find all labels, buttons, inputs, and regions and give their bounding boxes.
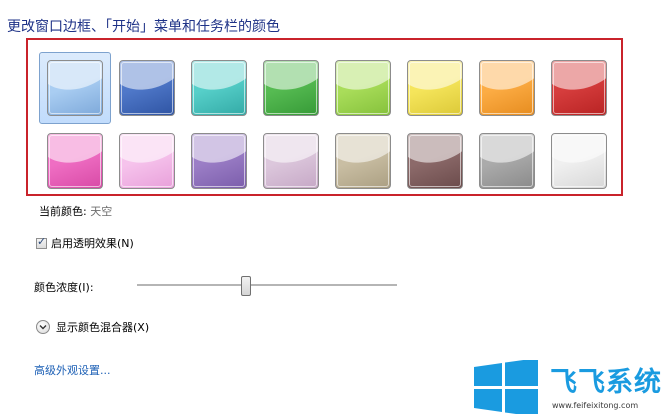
site-watermark: 飞飞系统 www.feifeixitong.com	[468, 356, 668, 416]
color-swatch[interactable]	[191, 133, 247, 189]
window-color-panel: 更改窗口边框、「开始」菜单和任务栏的颜色 当前颜色: 天空 ✓ 启用透明效果(N…	[0, 0, 669, 417]
color-swatch[interactable]	[407, 60, 463, 116]
color-swatch[interactable]	[335, 133, 391, 189]
page-title: 更改窗口边框、「开始」菜单和任务栏的颜色	[7, 19, 280, 35]
current-color-label: 当前颜色:	[39, 205, 87, 218]
swatch-edge	[553, 135, 605, 187]
transparency-checkbox[interactable]: ✓	[36, 234, 47, 249]
swatch-edge	[553, 62, 605, 114]
color-swatch[interactable]	[479, 133, 535, 189]
swatch-gloss	[192, 134, 246, 174]
color-swatch[interactable]	[47, 133, 103, 189]
advanced-appearance-link[interactable]: 高级外观设置...	[34, 362, 111, 378]
swatch-edge	[265, 135, 317, 187]
swatch-edge	[265, 62, 317, 114]
color-swatch[interactable]	[119, 133, 175, 189]
current-color-readout: 当前颜色: 天空	[39, 203, 112, 219]
swatch-gloss	[480, 134, 534, 174]
color-swatch[interactable]	[407, 133, 463, 189]
swatch-edge	[481, 62, 533, 114]
swatch-gloss	[192, 61, 246, 101]
show-color-mixer-label: 显示颜色混合器(X)	[56, 321, 150, 334]
check-icon: ✓	[37, 234, 47, 248]
color-swatch[interactable]	[551, 60, 607, 116]
swatch-gloss	[264, 61, 318, 101]
watermark-url: www.feifeixitong.com	[552, 401, 639, 410]
swatch-gloss	[408, 134, 462, 174]
swatch-gloss	[120, 61, 174, 101]
color-swatch[interactable]	[263, 60, 319, 116]
transparency-label: 启用透明效果(N)	[51, 237, 134, 250]
swatch-edge	[337, 62, 389, 114]
chevron-down-icon	[39, 325, 47, 330]
color-swatch[interactable]	[47, 60, 103, 116]
color-swatch[interactable]	[551, 133, 607, 189]
swatch-gloss	[48, 61, 102, 101]
swatch-edge	[193, 135, 245, 187]
color-swatch[interactable]	[119, 60, 175, 116]
color-swatch[interactable]	[335, 60, 391, 116]
swatch-edge	[409, 135, 461, 187]
swatch-edge	[481, 135, 533, 187]
swatch-gloss	[552, 134, 606, 174]
swatch-gloss	[336, 134, 390, 174]
color-swatch[interactable]	[191, 60, 247, 116]
intensity-label: 颜色浓度(I):	[34, 281, 94, 294]
swatch-gloss	[552, 61, 606, 101]
intensity-slider-thumb[interactable]	[241, 276, 251, 296]
swatch-edge	[337, 135, 389, 187]
expand-button[interactable]	[36, 320, 50, 334]
swatch-edge	[49, 62, 101, 114]
swatch-edge	[121, 62, 173, 114]
swatch-gloss	[120, 134, 174, 174]
swatch-edge	[121, 135, 173, 187]
show-color-mixer-toggle[interactable]: 显示颜色混合器(X)	[36, 319, 149, 335]
current-color-value: 天空	[90, 205, 113, 218]
transparency-option[interactable]: ✓ 启用透明效果(N)	[36, 234, 134, 250]
color-swatch[interactable]	[479, 60, 535, 116]
watermark-brand: 飞飞系统	[550, 367, 662, 398]
swatch-edge	[49, 135, 101, 187]
swatch-gloss	[480, 61, 534, 101]
swatch-gloss	[336, 61, 390, 101]
swatch-edge	[193, 62, 245, 114]
swatch-edge	[409, 62, 461, 114]
color-swatch[interactable]	[263, 133, 319, 189]
windows-logo-icon	[474, 360, 538, 414]
swatch-gloss	[264, 134, 318, 174]
swatch-gloss	[408, 61, 462, 101]
swatch-gloss	[48, 134, 102, 174]
intensity-slider-track[interactable]	[137, 284, 397, 287]
